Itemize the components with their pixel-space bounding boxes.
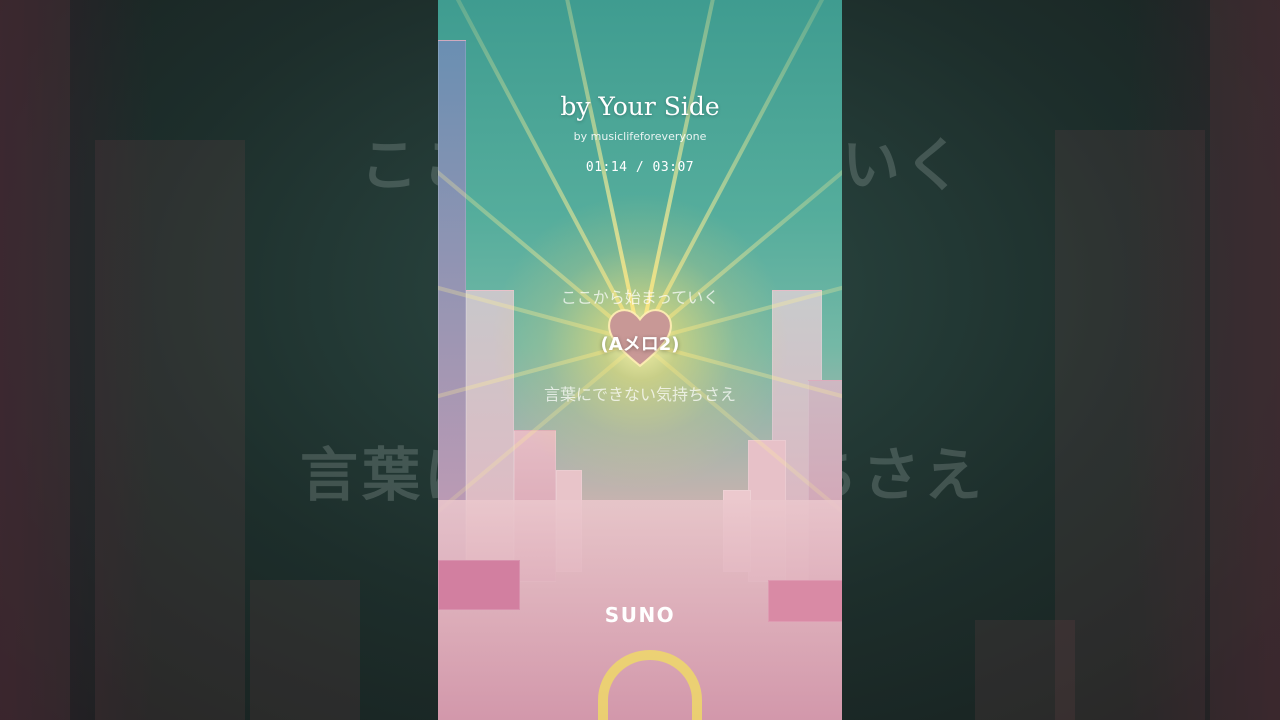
background-building bbox=[975, 620, 1075, 720]
suno-logo: SUNO bbox=[604, 603, 676, 627]
song-title: by Your Side bbox=[560, 92, 720, 121]
playback-time: 01:14 / 03:07 bbox=[585, 160, 695, 175]
background-building bbox=[1210, 0, 1280, 720]
video-panel: by Your Side by musiclifeforeveryone 01:… bbox=[438, 0, 842, 720]
background-building bbox=[1055, 130, 1205, 720]
lyric-previous-line: ここから始まっていく bbox=[560, 288, 720, 307]
background-building bbox=[95, 140, 245, 720]
lyric-next-line: 言葉にできない気持ちさえ bbox=[543, 385, 736, 404]
artist-name: by musiclifeforeveryone bbox=[573, 130, 707, 143]
background-lyric: いく bbox=[842, 131, 967, 199]
background-building bbox=[250, 580, 360, 720]
background-building bbox=[0, 0, 70, 720]
lyric-current-line: (Aメロ2) bbox=[600, 334, 680, 355]
